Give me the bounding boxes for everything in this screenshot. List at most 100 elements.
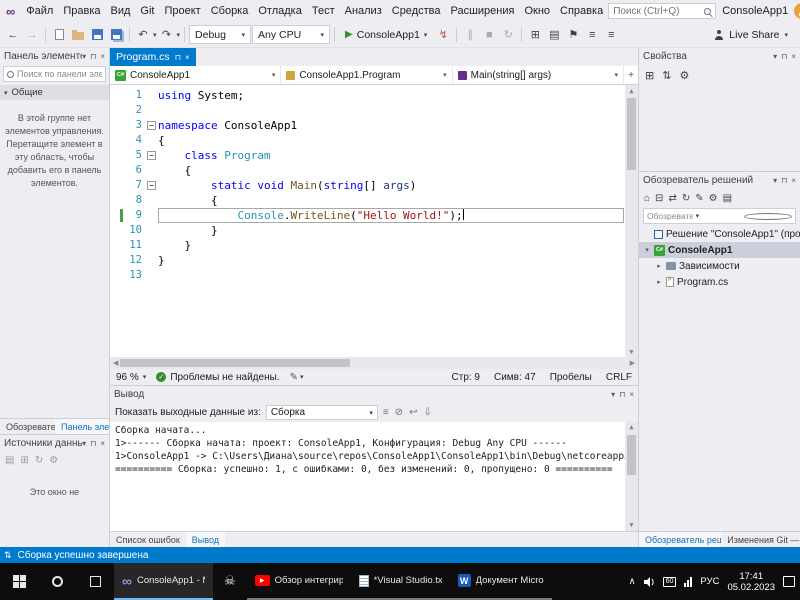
taskbar-app[interactable]: ▶Обзор интегриров... [247, 563, 351, 600]
breakpoint-margin[interactable] [110, 238, 123, 253]
categorized-icon[interactable]: ⊞ [645, 69, 654, 82]
menu-item[interactable]: Файл [21, 2, 58, 20]
breakpoint-margin[interactable] [110, 223, 123, 238]
toolbox-search-input[interactable]: Поиск по панели элемен [3, 66, 106, 82]
speaker-icon[interactable] [644, 577, 655, 587]
scroll-up-icon[interactable]: ▲ [629, 85, 633, 96]
live-share-button[interactable]: Live Share ▾ [714, 29, 796, 41]
zoom-dropdown[interactable]: 96 % ▾ [116, 372, 146, 383]
pencil-icon[interactable]: ✎ [695, 193, 703, 204]
taskbar-app[interactable]: ☠ [213, 563, 247, 600]
code-text[interactable] [158, 268, 624, 283]
clear-all-icon[interactable]: ⊘ [395, 407, 403, 418]
new-file-icon[interactable] [50, 26, 68, 44]
scroll-down-icon[interactable]: ▼ [629, 520, 633, 531]
taskbar-app[interactable]: WДокумент Microso... [450, 563, 552, 600]
action-center-icon[interactable] [783, 576, 795, 587]
menu-item[interactable]: Проект [159, 2, 205, 20]
cortana-search-button[interactable] [38, 563, 76, 600]
tab-program-cs[interactable]: Program.cs ⊓ × [110, 48, 196, 66]
close-icon[interactable]: × [100, 52, 105, 61]
grid-icon[interactable]: ⊞ [20, 455, 28, 466]
tray-expand-icon[interactable]: ∧ [629, 576, 636, 587]
tree-item[interactable]: ▸Program.cs [639, 274, 800, 290]
code-line-3[interactable]: 3−namespace ConsoleApp1 [110, 118, 624, 133]
preview-icon[interactable]: ▤ [545, 26, 563, 44]
refresh-icon[interactable]: ↻ [682, 193, 690, 204]
undo-icon[interactable]: ↶ [134, 26, 152, 44]
preview-icon[interactable]: ▤ [723, 193, 732, 204]
refresh-icon[interactable]: ↻ [35, 455, 43, 466]
document-health-indicator[interactable]: ✓ Проблемы не найдены. [156, 372, 279, 383]
breakpoint-margin[interactable] [110, 88, 123, 103]
code-text[interactable]: class Program [158, 148, 624, 163]
code-line-11[interactable]: 11 } [110, 238, 624, 253]
breakpoint-margin[interactable] [110, 208, 123, 223]
battery-indicator[interactable]: 60 [663, 577, 677, 587]
tab-error-list[interactable]: Список ошибок [110, 532, 186, 547]
eol-indicator[interactable]: CRLF [606, 372, 632, 383]
breakpoint-margin[interactable] [110, 118, 123, 133]
line-indicator[interactable]: Стр: 9 [452, 372, 480, 383]
settings-icon[interactable]: ⚙ [709, 193, 718, 204]
tab-output[interactable]: Вывод [186, 532, 225, 547]
menu-item[interactable]: Справка [555, 2, 608, 20]
output-source-dropdown[interactable]: Сборка ▾ [266, 405, 378, 420]
open-file-icon[interactable] [69, 26, 87, 44]
code-text[interactable]: { [158, 133, 624, 148]
code-line-4[interactable]: 4{ [110, 133, 624, 148]
tab-server-explorer[interactable]: Обозревате... [0, 419, 55, 434]
settings-icon[interactable]: ⚙ [49, 455, 58, 466]
pin-icon[interactable]: ⊓ [781, 176, 787, 185]
data-sources-header[interactable]: Источники данных ▾ ⊓ × [0, 435, 109, 452]
scroll-up-icon[interactable]: ▲ [629, 422, 633, 433]
messages-icon[interactable]: ≡ [383, 407, 389, 418]
add-source-icon[interactable]: ▤ [5, 455, 14, 466]
close-icon[interactable]: × [791, 52, 796, 61]
chevron-down-icon[interactable]: ▾ [82, 439, 86, 448]
code-line-10[interactable]: 10 } [110, 223, 624, 238]
menu-item[interactable]: Отладка [253, 2, 306, 20]
annotate-icon[interactable]: ✎▾ [290, 372, 304, 383]
breakpoint-margin[interactable] [110, 268, 123, 283]
code-line-7[interactable]: 7− static void Main(string[] args) [110, 178, 624, 193]
breakpoint-margin[interactable] [110, 178, 123, 193]
platform-dropdown[interactable]: Any CPU▾ [252, 25, 330, 44]
pin-icon[interactable]: ⊓ [90, 52, 96, 61]
breakpoint-margin[interactable] [110, 163, 123, 178]
code-line-12[interactable]: 12} [110, 253, 624, 268]
code-text[interactable]: static void Main(string[] args) [158, 178, 624, 193]
tree-expander-icon[interactable]: ▸ [655, 278, 663, 286]
menu-item[interactable]: Окно [519, 2, 555, 20]
pin-icon[interactable]: ⊓ [175, 53, 181, 62]
network-icon[interactable] [684, 577, 692, 587]
chevron-down-icon[interactable]: ▾ [82, 52, 86, 61]
bookmark-icon[interactable]: ⚑ [564, 26, 582, 44]
new-window-icon[interactable]: ⊞ [526, 26, 544, 44]
start-button[interactable] [0, 563, 38, 600]
tree-expander-icon[interactable]: ▸ [655, 262, 663, 270]
code-line-2[interactable]: 2 [110, 103, 624, 118]
code-text[interactable]: } [158, 253, 624, 268]
scrollbar-thumb[interactable] [120, 359, 350, 367]
char-indicator[interactable]: Симв: 47 [494, 372, 536, 383]
breakpoint-margin[interactable] [110, 148, 123, 163]
word-wrap-icon[interactable]: ↩ [409, 407, 417, 418]
code-text[interactable]: } [158, 223, 624, 238]
navigate-forward-icon[interactable]: → [23, 26, 41, 44]
editor-horizontal-scrollbar[interactable]: ◀ ▶ [110, 357, 638, 369]
chevron-down-icon[interactable]: ▾ [773, 52, 777, 61]
solution-explorer-header[interactable]: Обозреватель решений ▾ ⊓ × [639, 172, 800, 189]
scrollbar-thumb[interactable] [627, 98, 636, 170]
member-dropdown[interactable]: Main(string[] args) ▾ [453, 66, 624, 84]
code-text[interactable]: { [158, 193, 624, 208]
pin-icon[interactable]: ⊓ [781, 52, 787, 61]
code-text[interactable]: Console.WriteLine("Hello World!"); [158, 208, 624, 223]
configuration-dropdown[interactable]: Debug▾ [189, 25, 251, 44]
pin-icon[interactable]: ⊓ [619, 390, 625, 399]
restart-icon[interactable]: ↻ [499, 26, 517, 44]
tab-solution-explorer[interactable]: Обозреватель реше... [639, 532, 721, 547]
code-line-6[interactable]: 6 { [110, 163, 624, 178]
toolbox-header[interactable]: Панель элементов ▾ ⊓ × [0, 48, 109, 65]
properties-header[interactable]: Свойства ▾ ⊓ × [639, 48, 800, 65]
